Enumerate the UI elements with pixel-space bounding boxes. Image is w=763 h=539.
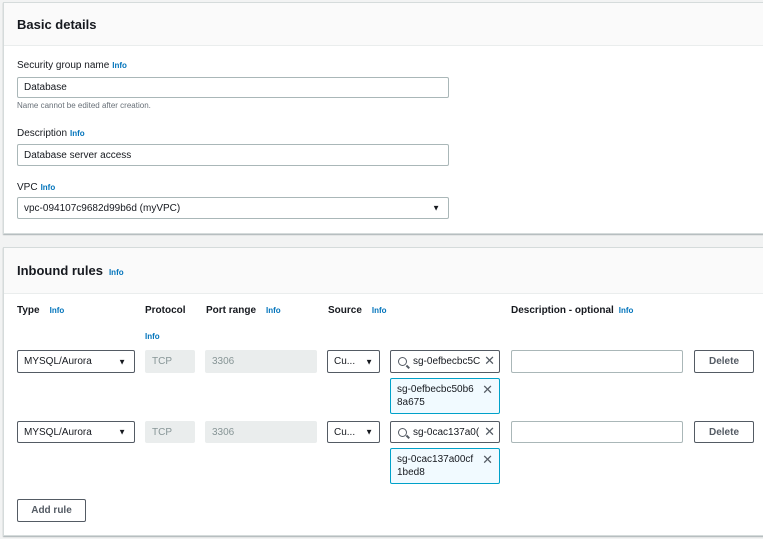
- source-header-text: Source: [328, 305, 362, 316]
- info-link[interactable]: Info: [145, 332, 160, 341]
- source-token-text: sg-0efbecbc50b6: [397, 384, 474, 395]
- protocol-value: TCP: [152, 356, 172, 367]
- type-header: Type Info: [17, 305, 64, 316]
- source-token-text: sg-0cac137a00cf: [397, 454, 474, 465]
- description-label: Description Info: [17, 128, 85, 139]
- rule-type-select[interactable]: MYSQL/Aurora ▼: [17, 421, 135, 443]
- basic-details-title: Basic details: [4, 3, 763, 46]
- description-header: Description - optional Info: [511, 305, 633, 316]
- source-type-value: Cu...: [334, 426, 356, 438]
- search-icon: [398, 427, 407, 437]
- source-header: Source Info: [328, 305, 387, 316]
- security-group-name-value: Database: [24, 82, 67, 93]
- source-search-input[interactable]: sg-0cac137a0( ✕: [390, 421, 500, 443]
- security-group-name-label: Security group name Info: [17, 60, 127, 71]
- protocol-header: Protocol: [145, 305, 186, 316]
- source-search-value: sg-0efbecbc5C: [413, 356, 481, 367]
- rule-type-select[interactable]: MYSQL/Aurora ▼: [17, 350, 135, 373]
- port-range-field: 3306: [205, 421, 317, 443]
- add-rule-button[interactable]: Add rule: [17, 499, 86, 522]
- inbound-rules-header: Inbound rules Info: [4, 248, 763, 294]
- source-type-select[interactable]: Cu... ▼: [327, 421, 380, 443]
- info-link[interactable]: Info: [372, 306, 387, 315]
- description-label-text: Description: [17, 128, 68, 139]
- security-group-name-label-text: Security group name: [17, 60, 110, 71]
- info-link[interactable]: Info: [109, 268, 124, 277]
- info-link[interactable]: Info: [41, 183, 56, 192]
- source-token: sg-0efbecbc50b6 8a675 ✕: [390, 378, 500, 414]
- caret-down-icon: ▼: [118, 427, 126, 437]
- info-link[interactable]: Info: [112, 61, 127, 70]
- type-header-text: Type: [17, 305, 40, 316]
- port-range-field: 3306: [205, 350, 317, 373]
- inbound-rules-title: Inbound rules: [17, 263, 103, 278]
- search-icon: [398, 357, 407, 366]
- caret-down-icon: ▼: [432, 203, 440, 213]
- description-input[interactable]: Database server access: [17, 144, 449, 166]
- vpc-select[interactable]: vpc-094107c9682d99b6d (myVPC) ▼: [17, 197, 449, 219]
- rule-type-value: MYSQL/Aurora: [24, 356, 92, 367]
- port-range-value: 3306: [212, 426, 235, 438]
- caret-down-icon: ▼: [365, 357, 373, 366]
- protocol-field: TCP: [145, 350, 195, 373]
- info-link[interactable]: Info: [619, 306, 634, 315]
- delete-button[interactable]: Delete: [694, 350, 754, 373]
- source-token: sg-0cac137a00cf 1bed8 ✕: [390, 448, 500, 484]
- delete-button[interactable]: Delete: [694, 421, 754, 443]
- source-token-text: 8a675: [397, 397, 425, 408]
- rule-description-input[interactable]: [511, 350, 683, 373]
- rule-description-input[interactable]: [511, 421, 683, 443]
- source-type-value: Cu...: [334, 356, 356, 367]
- caret-down-icon: ▼: [118, 357, 126, 366]
- protocol-value: TCP: [152, 426, 172, 438]
- info-link[interactable]: Info: [50, 306, 65, 315]
- rule-type-value: MYSQL/Aurora: [24, 426, 92, 438]
- caret-down-icon: ▼: [365, 427, 373, 437]
- info-link[interactable]: Info: [266, 306, 281, 315]
- name-hint: Name cannot be edited after creation.: [17, 101, 151, 110]
- vpc-value: vpc-094107c9682d99b6d (myVPC): [24, 202, 181, 214]
- inbound-rules-panel: Inbound rules Info: [3, 247, 763, 536]
- close-icon[interactable]: ✕: [481, 353, 495, 369]
- source-search-input[interactable]: sg-0efbecbc5C ✕: [390, 350, 500, 373]
- description-value: Database server access: [24, 149, 132, 161]
- security-group-name-input[interactable]: Database: [17, 77, 449, 98]
- source-type-select[interactable]: Cu... ▼: [327, 350, 380, 373]
- vpc-label-text: VPC: [17, 182, 38, 193]
- vpc-label: VPC Info: [17, 182, 55, 193]
- protocol-field: TCP: [145, 421, 195, 443]
- source-token-text: 1bed8: [397, 467, 425, 478]
- description-header-text: Description - optional: [511, 305, 614, 316]
- port-range-header-text: Port range: [206, 305, 257, 316]
- port-range-header: Port range Info: [206, 305, 281, 316]
- close-icon[interactable]: ✕: [482, 453, 493, 466]
- info-link[interactable]: Info: [70, 129, 85, 138]
- close-icon[interactable]: ✕: [481, 424, 495, 440]
- close-icon[interactable]: ✕: [482, 383, 493, 396]
- port-range-value: 3306: [212, 356, 235, 367]
- source-search-value: sg-0cac137a0(: [413, 426, 480, 438]
